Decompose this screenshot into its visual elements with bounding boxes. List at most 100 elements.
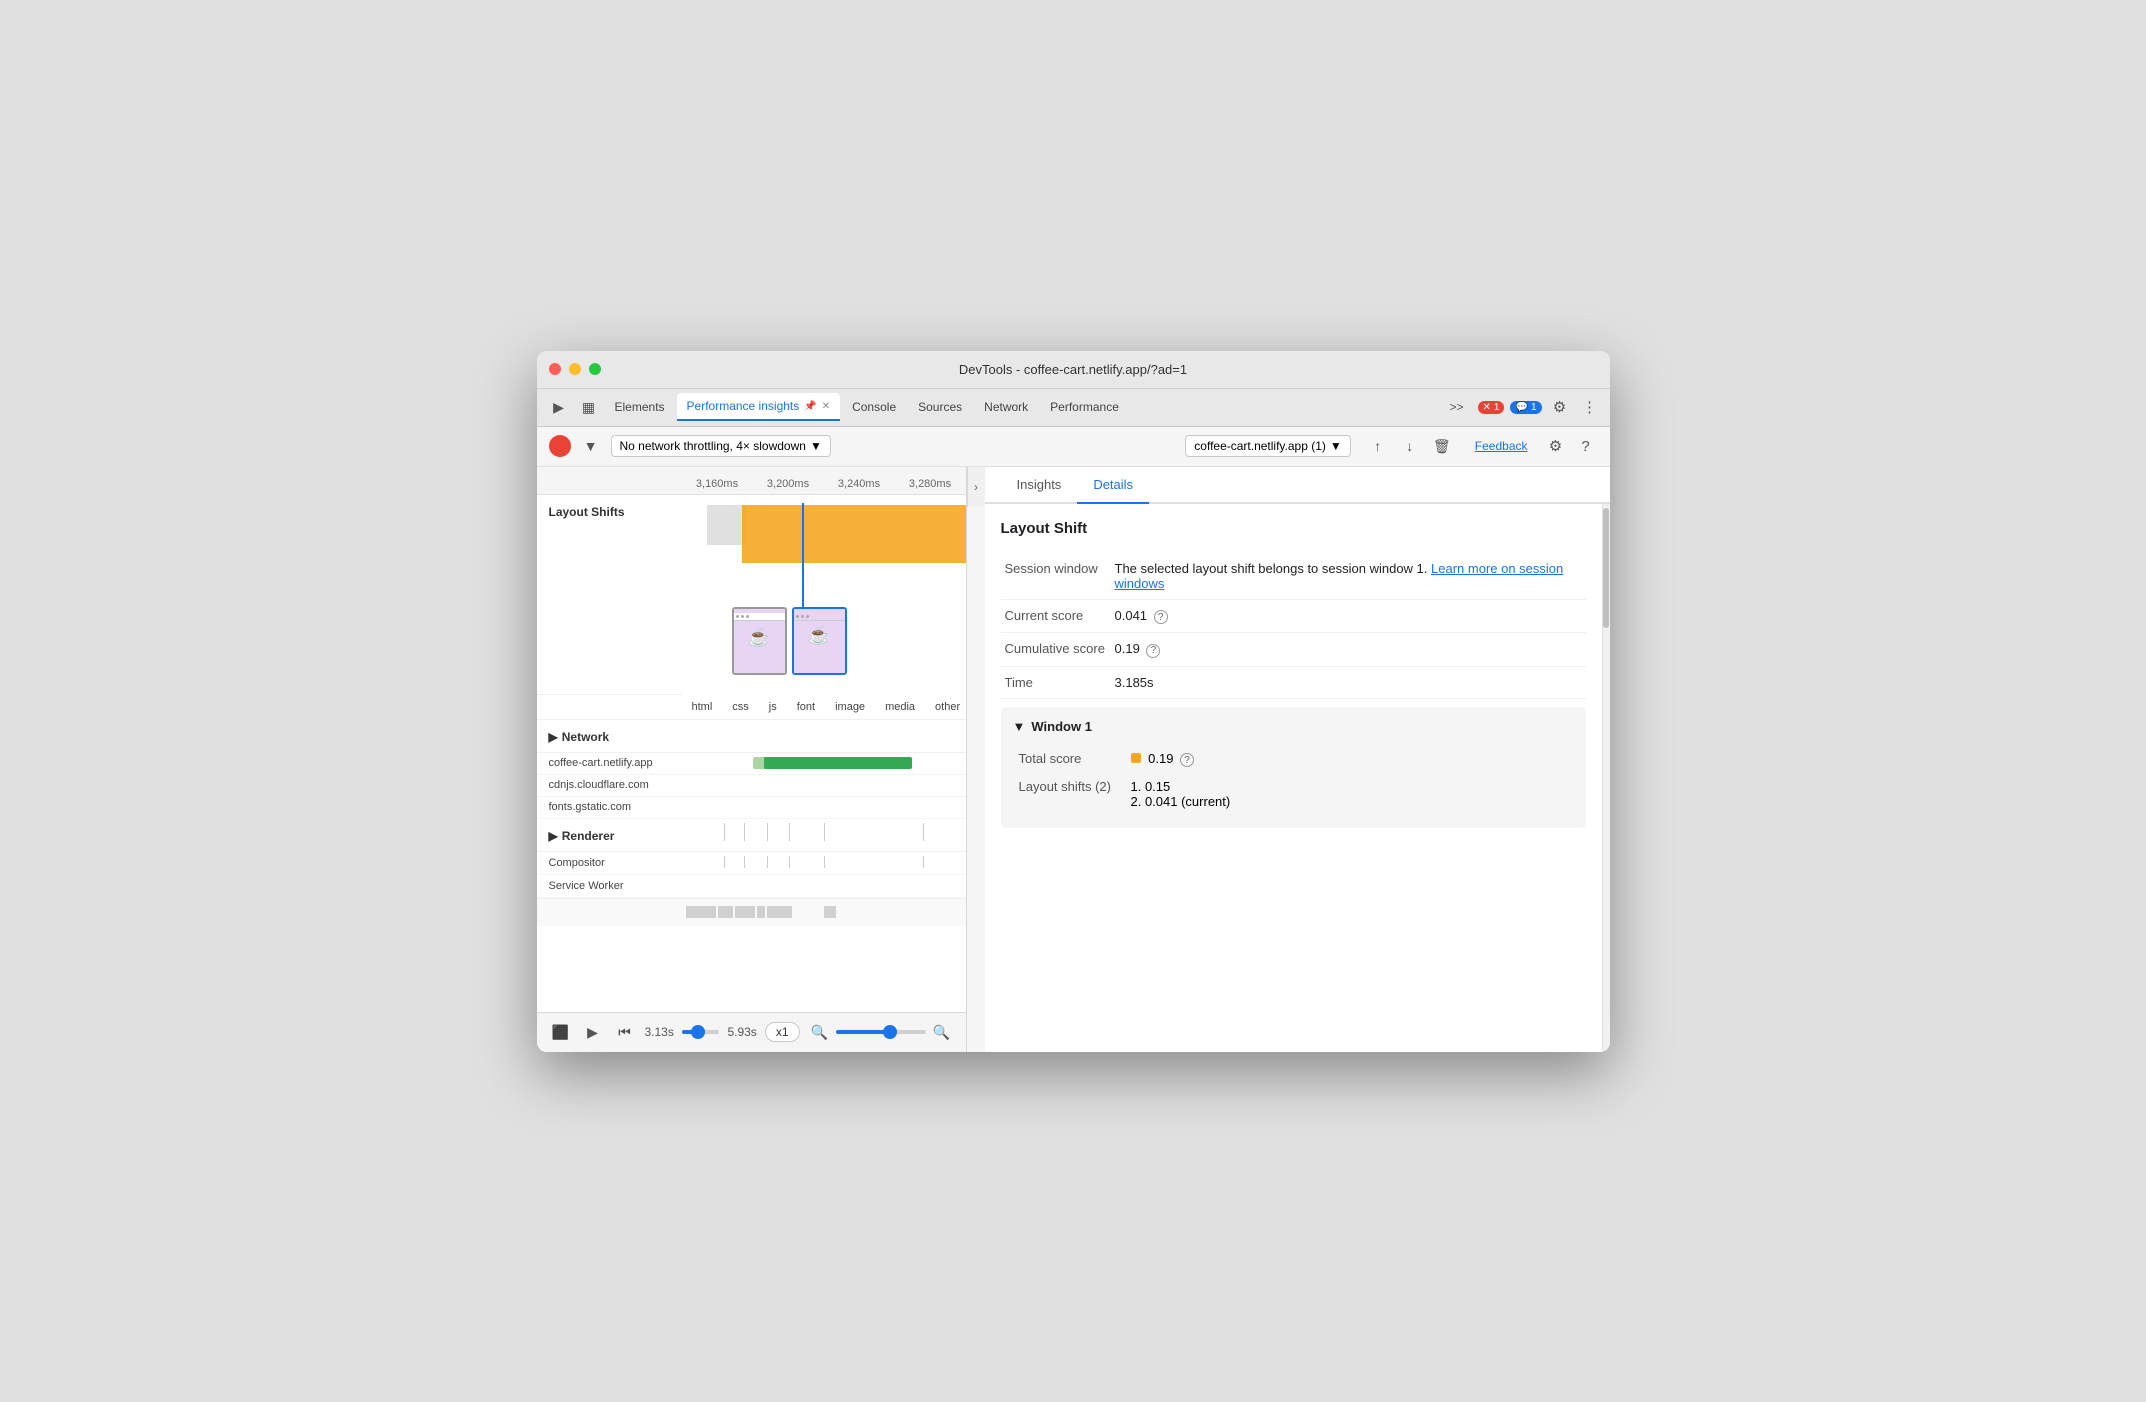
legend-other-label: other: [935, 701, 960, 713]
timeline-slider-thumb[interactable]: [691, 1025, 705, 1039]
window1-section: ▼ Window 1 Total score 0.19 ?: [1001, 707, 1586, 829]
current-score-value: 0.041 ?: [1111, 599, 1586, 633]
cumulative-score-help-icon[interactable]: ?: [1146, 644, 1160, 658]
zoom-slider-track[interactable]: [836, 1030, 926, 1034]
w1-row-layout-shifts: Layout shifts (2) 1. 0.15 2. 0.041 (curr…: [1015, 774, 1572, 814]
error-badge: ✕1: [1478, 401, 1505, 414]
feedback-link[interactable]: Feedback: [1475, 439, 1528, 453]
time-value: 3.185s: [1111, 666, 1586, 698]
close-button[interactable]: [549, 363, 561, 375]
ruler-mark-0: 3,160ms: [682, 478, 753, 490]
scrollbar-thumb[interactable]: [1603, 508, 1609, 628]
mini-bar-5: [824, 906, 836, 918]
tab-console-label: Console: [852, 400, 896, 414]
ls-before-image: ☕: [732, 607, 787, 675]
url-dropdown[interactable]: coffee-cart.netlify.app (1) ▼: [1185, 435, 1351, 457]
details-row-cumulative-score: Cumulative score 0.19 ?: [1001, 633, 1586, 667]
more-options-icon[interactable]: ⋮: [1578, 395, 1602, 419]
network-header-timeline: [682, 720, 966, 752]
window-title: DevTools - coffee-cart.netlify.app/?ad=1: [959, 362, 1187, 377]
delete-icon[interactable]: 🗑: [1429, 433, 1455, 459]
timeline-ruler: 3,160ms 3,200ms 3,240ms 3,280ms: [537, 467, 966, 495]
layout-shifts-section: Layout Shifts: [537, 495, 966, 695]
speed-selector[interactable]: x1: [765, 1022, 800, 1042]
toolbar: ▼ No network throttling, 4× slowdown ▼ c…: [537, 427, 1610, 467]
legend-media-label: media: [885, 701, 915, 713]
right-scrollbar[interactable]: [1602, 504, 1610, 1052]
throttling-dropdown[interactable]: No network throttling, 4× slowdown ▼: [611, 435, 831, 457]
network-row-1: cdnjs.cloudflare.com: [537, 775, 966, 797]
zoom-out-icon[interactable]: 🔍: [808, 1020, 832, 1044]
zoom-in-icon[interactable]: 🔍: [930, 1020, 954, 1044]
ruler-mark-3: 3,280ms: [895, 478, 966, 490]
ruler-mark-2: 3,240ms: [824, 478, 895, 490]
zoom-slider-thumb[interactable]: [883, 1025, 897, 1039]
mini-bar-1: [718, 906, 733, 918]
cursor-icon[interactable]: ▶: [545, 393, 573, 421]
maximize-button[interactable]: [589, 363, 601, 375]
record-dropdown-icon[interactable]: ▼: [579, 434, 603, 458]
layout-shifts-timeline[interactable]: ☕ ☕: [682, 495, 966, 695]
tab-network[interactable]: Network: [974, 393, 1038, 421]
current-score-help-icon[interactable]: ?: [1154, 610, 1168, 624]
content-area: Layout Shifts: [537, 495, 966, 1012]
minimize-button[interactable]: [569, 363, 581, 375]
window1-toggle-icon[interactable]: ▼: [1013, 719, 1026, 734]
time-label: Time: [1001, 666, 1111, 698]
tab-console[interactable]: Console: [842, 393, 906, 421]
network-row-0: coffee-cart.netlify.app: [537, 753, 966, 775]
device-icon[interactable]: ▦: [575, 393, 603, 421]
titlebar: DevTools - coffee-cart.netlify.app/?ad=1: [537, 351, 1610, 389]
tab-elements-label: Elements: [615, 400, 665, 414]
renderer-expand-icon[interactable]: ▶: [549, 829, 558, 843]
right-tabs: Insights Details: [985, 467, 1610, 504]
ruler-mark-1: 3,200ms: [753, 478, 824, 490]
network-row-2: fonts.gstatic.com: [537, 797, 966, 819]
settings-icon[interactable]: ⚙: [1548, 395, 1572, 419]
compositor-tick-2: [767, 856, 768, 868]
throttling-chevron: ▼: [810, 439, 822, 453]
w1-layout-shifts-value: 1. 0.15 2. 0.041 (current): [1127, 774, 1572, 814]
tab-elements[interactable]: Elements: [605, 393, 675, 421]
timeline-slider-track: [682, 1030, 720, 1034]
time-end: 5.93s: [727, 1025, 756, 1039]
mini-bar-3: [757, 906, 765, 918]
details-row-current-score: Current score 0.041 ?: [1001, 599, 1586, 633]
tab-close-icon[interactable]: ✕: [822, 401, 830, 412]
total-score-help-icon[interactable]: ?: [1180, 753, 1194, 767]
tab-sources[interactable]: Sources: [908, 393, 972, 421]
upload-icon[interactable]: ↑: [1365, 433, 1391, 459]
more-tabs-button[interactable]: >>: [1446, 396, 1468, 418]
mini-timeline: [537, 898, 966, 926]
skip-start-icon[interactable]: ⏮: [613, 1020, 637, 1044]
tick-4: [824, 823, 825, 841]
tab-insights[interactable]: Insights: [1001, 467, 1078, 502]
toolbar-help-icon[interactable]: ?: [1574, 434, 1598, 458]
timeline-slider[interactable]: [682, 1030, 720, 1034]
tab-details[interactable]: Details: [1077, 467, 1149, 504]
compositor-tick-5: [923, 856, 924, 868]
right-panel: Insights Details Layout Shift Session wi…: [985, 467, 1610, 1052]
details-content: Layout Shift Session window The selected…: [985, 504, 1602, 1052]
network-row-0-bar: [764, 757, 912, 769]
download-icon[interactable]: ↓: [1397, 433, 1423, 459]
network-expand-icon[interactable]: ▶: [549, 730, 558, 744]
toolbar-settings-icon[interactable]: ⚙: [1544, 434, 1568, 458]
record-button[interactable]: [549, 435, 571, 457]
legend-image-label: image: [835, 701, 865, 713]
total-score-orange-dot: [1131, 753, 1141, 763]
tab-performance-insights[interactable]: Performance insights 📌 ✕: [677, 393, 841, 421]
network-label: ▶ Network: [537, 720, 682, 752]
tab-performance-label: Performance: [1050, 400, 1119, 414]
screenshot-icon[interactable]: ⬛: [549, 1020, 573, 1044]
session-window-learn-more-link[interactable]: Learn more on session windows: [1115, 561, 1564, 591]
tick-2: [767, 823, 768, 841]
compositor-tick-3: [789, 856, 790, 868]
service-worker-row: Service Worker: [537, 875, 966, 898]
service-worker-label: Service Worker: [537, 878, 682, 894]
panel-collapse-arrow[interactable]: ›: [967, 467, 985, 507]
compositor-timeline: [682, 852, 966, 874]
play-icon[interactable]: ▶: [581, 1020, 605, 1044]
tab-performance[interactable]: Performance: [1040, 393, 1129, 421]
w1-row-total-score: Total score 0.19 ?: [1015, 746, 1572, 773]
